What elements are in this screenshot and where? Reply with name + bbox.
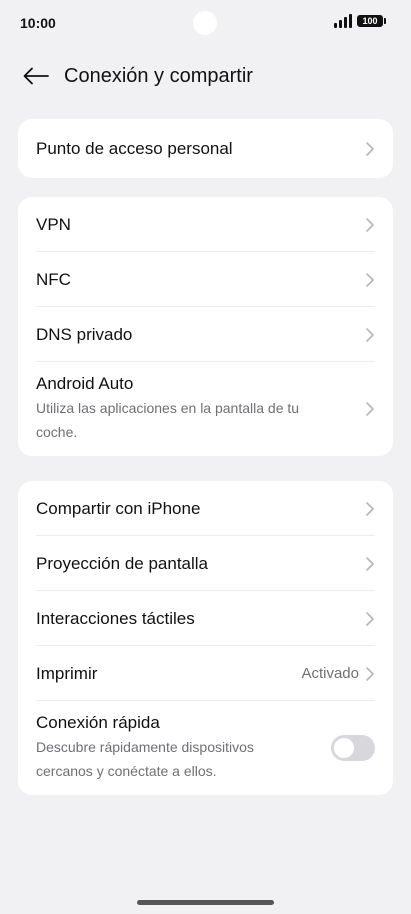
quick-connect-description: Descubre rápidamente dispositivos cercan… [36, 739, 254, 779]
screen-projection-label: Proyección de pantalla [36, 553, 209, 573]
vpn-label: VPN [36, 214, 71, 234]
back-arrow-icon [23, 67, 49, 85]
private-dns-row[interactable]: DNS privado [18, 307, 393, 362]
sharing-card: Compartir con iPhone Proyección de panta… [18, 481, 393, 795]
chevron-right-icon [365, 556, 375, 572]
android-auto-description: Utiliza las aplicaciones en la pantalla … [36, 400, 300, 440]
nfc-row[interactable]: NFC [18, 252, 393, 307]
android-auto-row[interactable]: Android Auto Utiliza las aplicaciones en… [18, 362, 393, 456]
touch-interactions-row[interactable]: Interacciones táctiles [18, 591, 393, 646]
quick-connect-toggle[interactable] [331, 735, 375, 761]
back-button[interactable] [12, 56, 60, 96]
status-time: 10:00 [20, 15, 56, 31]
share-iphone-label: Compartir con iPhone [36, 498, 201, 518]
print-row[interactable]: Imprimir Activado [18, 646, 393, 701]
home-indicator[interactable] [137, 900, 274, 905]
status-icons: 100 [334, 14, 386, 28]
private-dns-label: DNS privado [36, 324, 133, 344]
quick-connect-label: Conexión rápida [36, 713, 160, 732]
chevron-right-icon [365, 217, 375, 233]
toggle-knob [334, 738, 354, 758]
chevron-right-icon [365, 666, 375, 682]
network-card: VPN NFC DNS privado Android Auto Utiliza… [18, 197, 393, 456]
hotspot-row[interactable]: Punto de acceso personal [18, 119, 393, 178]
quick-connect-row: Conexión rápida Descubre rápidamente dis… [18, 701, 393, 795]
hotspot-card: Punto de acceso personal [18, 119, 393, 178]
status-bar: 10:00 100 [0, 0, 411, 46]
chevron-right-icon [365, 141, 375, 157]
page-title: Conexión y compartir [64, 64, 253, 87]
chevron-right-icon [365, 401, 375, 417]
signal-icon [334, 14, 352, 28]
print-label: Imprimir [36, 663, 98, 683]
vpn-row[interactable]: VPN [18, 197, 393, 252]
hotspot-label: Punto de acceso personal [36, 138, 233, 158]
battery-icon: 100 [357, 15, 386, 27]
chevron-right-icon [365, 611, 375, 627]
chevron-right-icon [365, 501, 375, 517]
android-auto-label: Android Auto [36, 374, 134, 393]
screen-projection-row[interactable]: Proyección de pantalla [18, 536, 393, 591]
touch-interactions-label: Interacciones táctiles [36, 608, 195, 628]
chevron-right-icon [365, 272, 375, 288]
print-status-value: Activado [301, 665, 359, 682]
header: Conexión y compartir [0, 56, 411, 96]
camera-cutout [193, 11, 217, 35]
share-iphone-row[interactable]: Compartir con iPhone [18, 481, 393, 536]
nfc-label: NFC [36, 269, 71, 289]
chevron-right-icon [365, 327, 375, 343]
